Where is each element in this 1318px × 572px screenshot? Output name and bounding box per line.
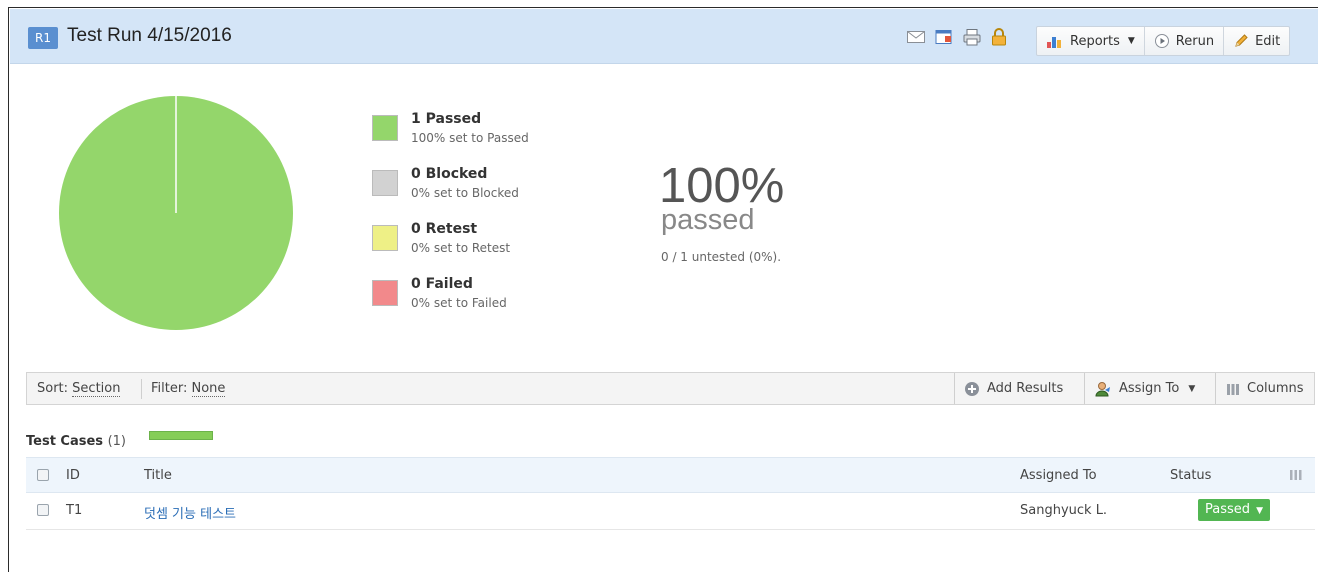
header-button-group: Reports ▼ Rerun Edit [1036, 26, 1291, 56]
sort-control[interactable]: Sort: Section [37, 381, 121, 397]
assign-to-button[interactable]: Assign To ▼ [1094, 373, 1195, 404]
chevron-down-icon: ▼ [1188, 383, 1196, 394]
legend-subtitle: 100% set to Passed [411, 131, 529, 145]
legend-title: 0 Blocked [411, 166, 488, 182]
columns-button[interactable]: Columns [1226, 373, 1304, 404]
toolbar-divider [1084, 373, 1085, 404]
rerun-button[interactable]: Rerun [1145, 27, 1225, 55]
add-circle-icon [965, 381, 979, 396]
pass-percentage-label: passed [661, 204, 755, 236]
sort-value[interactable]: Section [72, 381, 121, 397]
edit-button[interactable]: Edit [1224, 27, 1289, 55]
reports-label: Reports [1070, 33, 1120, 49]
columns-label: Columns [1247, 381, 1304, 396]
email-icon[interactable] [906, 28, 926, 46]
add-results-label: Add Results [987, 381, 1064, 396]
column-header-id[interactable]: ID [66, 468, 80, 483]
chevron-down-icon: ▼ [1256, 506, 1264, 516]
filter-value[interactable]: None [191, 381, 226, 397]
test-cases-progress-bar [149, 431, 213, 440]
toolbar-divider [141, 379, 142, 399]
test-toolbar: Sort: Section Filter: None Add Results A… [26, 372, 1315, 405]
row-checkbox[interactable] [37, 504, 49, 516]
pencil-icon [1235, 34, 1248, 47]
column-header-title[interactable]: Title [144, 468, 172, 483]
edit-label: Edit [1255, 33, 1281, 49]
user-icon [1095, 381, 1110, 396]
failed-swatch [372, 280, 398, 306]
filter-prefix: Filter: [151, 381, 188, 396]
column-header-assigned-to[interactable]: Assigned To [1020, 468, 1097, 483]
test-cases-heading: Test Cases (1) [26, 434, 126, 449]
column-settings-icon[interactable] [1290, 469, 1302, 481]
columns-icon [1227, 383, 1239, 395]
table-header: ID Title Assigned To Status [26, 457, 1315, 493]
toolbar-divider [1215, 373, 1216, 404]
assign-to-label: Assign To [1119, 381, 1180, 396]
test-cases-title: Test Cases [26, 434, 104, 449]
play-circle-icon [1154, 34, 1169, 48]
sort-prefix: Sort: [37, 381, 69, 396]
legend-title: 0 Failed [411, 276, 473, 292]
legend-title: 1 Passed [411, 111, 482, 127]
run-badge: R1 [28, 27, 58, 49]
untested-summary: 0 / 1 untested (0%). [661, 250, 782, 264]
legend-subtitle: 0% set to Blocked [411, 186, 519, 200]
filter-control[interactable]: Filter: None [151, 381, 226, 397]
retest-swatch [372, 225, 398, 251]
page-title: Test Run 4/15/2016 [67, 25, 232, 46]
rerun-label: Rerun [1175, 33, 1215, 49]
chevron-down-icon: ▼ [1127, 36, 1135, 46]
toolbar-divider [954, 373, 955, 404]
passed-swatch [372, 115, 398, 141]
status-pie-chart [59, 96, 293, 330]
select-all-checkbox[interactable] [37, 469, 49, 481]
test-cases-count: (1) [107, 434, 126, 449]
column-header-status[interactable]: Status [1170, 468, 1211, 483]
export-icon[interactable] [934, 28, 954, 46]
run-header: R1 Test Run 4/15/2016 Reports ▼ Rerun Ed… [10, 9, 1318, 64]
case-id: T1 [66, 503, 83, 518]
reports-button[interactable]: Reports ▼ [1037, 27, 1145, 55]
case-title-link[interactable]: 덧셈 기능 테스트 [144, 503, 236, 522]
test-run-page: R1 Test Run 4/15/2016 Reports ▼ Rerun Ed… [8, 7, 1318, 572]
table-row[interactable]: T1 덧셈 기능 테스트 Sanghyuck L. Passed ▼ [26, 493, 1315, 530]
bar-chart-icon [1047, 37, 1061, 48]
legend-subtitle: 0% set to Failed [411, 296, 507, 310]
legend-title: 0 Retest [411, 221, 478, 237]
status-dropdown[interactable]: Passed ▼ [1198, 499, 1271, 521]
add-results-button[interactable]: Add Results [964, 373, 1063, 404]
lock-icon[interactable] [989, 28, 1009, 46]
legend-subtitle: 0% set to Retest [411, 241, 511, 255]
case-assignee: Sanghyuck L. [1020, 503, 1108, 518]
blocked-swatch [372, 170, 398, 196]
print-icon[interactable] [962, 28, 982, 46]
status-label: Passed [1205, 502, 1251, 517]
